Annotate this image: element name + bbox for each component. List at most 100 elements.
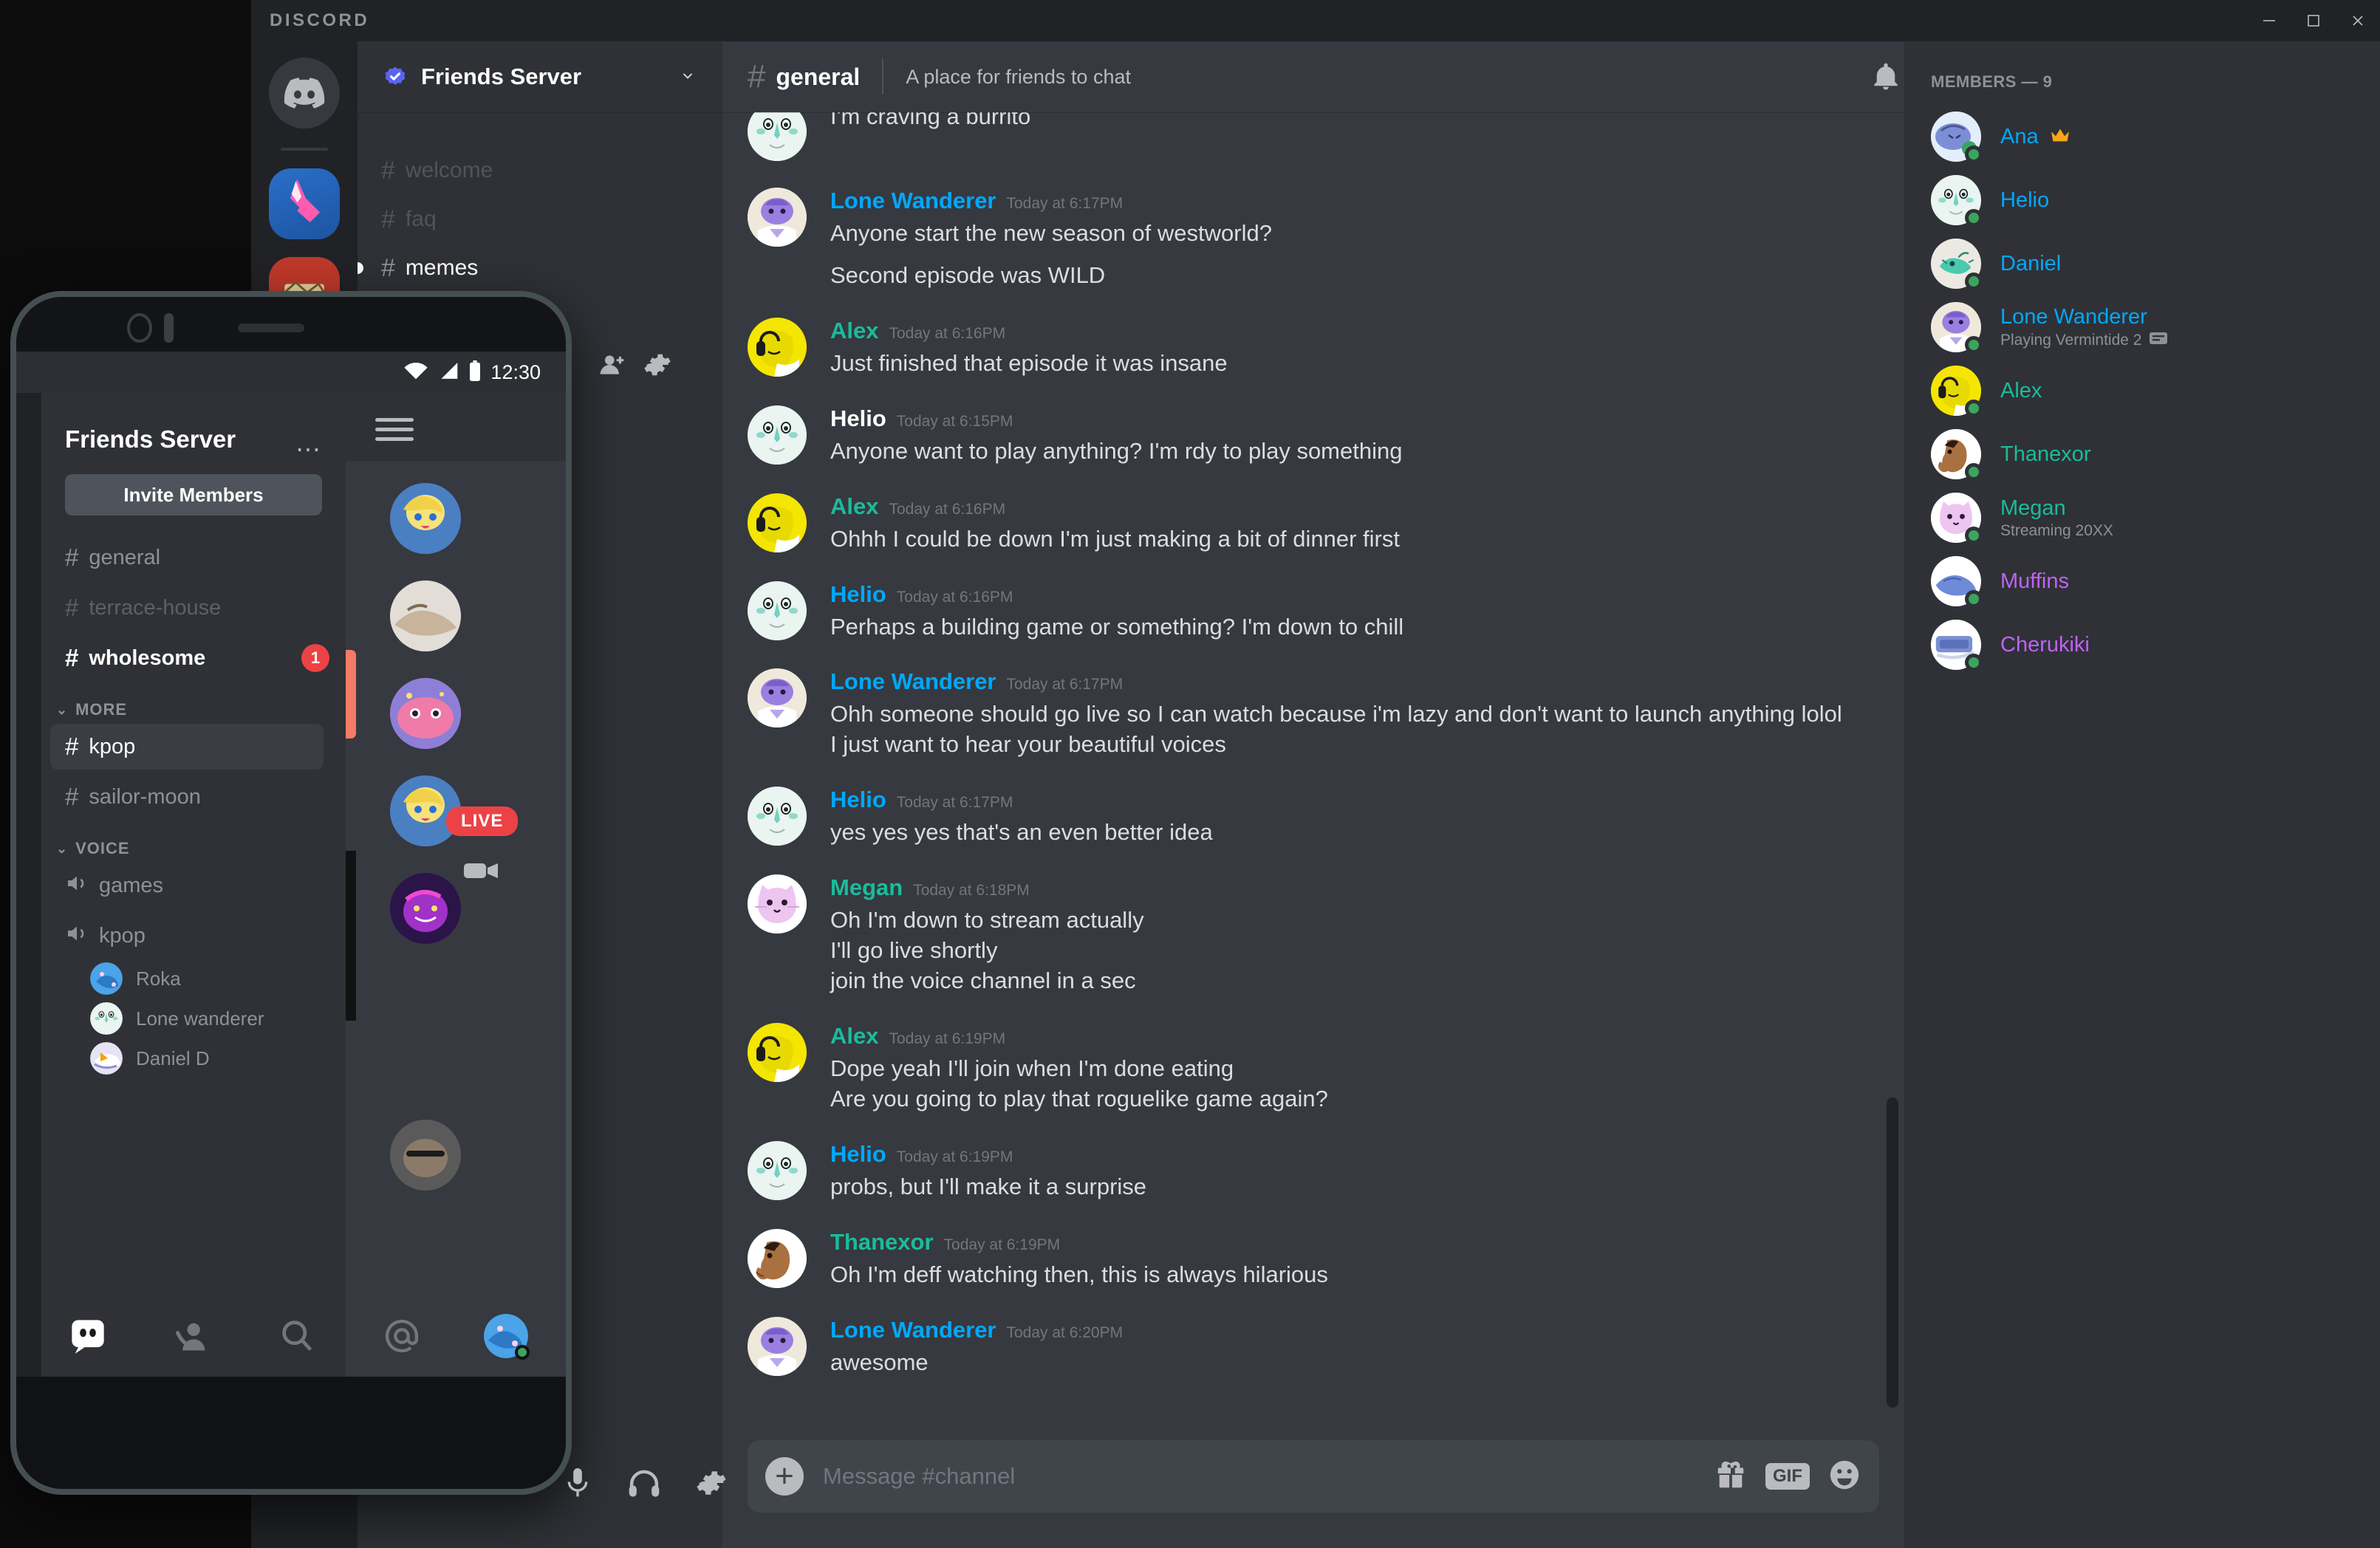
phone-voice-channel-games[interactable]: games	[41, 863, 346, 908]
member-row[interactable]: Helio	[1904, 168, 2380, 232]
add-member-icon[interactable]	[599, 351, 627, 383]
settings-gear-icon[interactable]	[643, 351, 671, 383]
server-home-button[interactable]	[269, 58, 340, 129]
phone-channel-kpop[interactable]: # kpop	[50, 724, 324, 770]
message-author[interactable]: Helio	[830, 1141, 886, 1168]
message-author[interactable]: Helio	[830, 405, 886, 432]
phone-channel-peek[interactable]: LIVE	[346, 393, 566, 1412]
message-author[interactable]: Alex	[830, 318, 878, 344]
channel-welcome[interactable]: # welcome	[358, 146, 722, 195]
message-author[interactable]: Lone Wanderer	[830, 188, 996, 214]
nav-mentions-tab[interactable]	[377, 1311, 427, 1361]
avatar[interactable]	[748, 1022, 807, 1082]
close-icon[interactable]	[2336, 0, 2380, 41]
emoji-icon[interactable]	[1827, 1458, 1861, 1496]
message-text: join the voice channel in a sec	[830, 967, 1136, 993]
avatar[interactable]	[748, 787, 807, 846]
nav-servers-tab[interactable]	[63, 1311, 113, 1361]
member-row[interactable]: Ana	[1904, 105, 2380, 168]
channel-faq[interactable]: # faq	[358, 195, 722, 244]
phone-voice-channel-kpop[interactable]: kpop	[41, 913, 346, 959]
nav-search-tab[interactable]	[272, 1311, 322, 1361]
voice-participant[interactable]: Lone wanderer	[41, 999, 346, 1038]
hamburger-icon[interactable]	[375, 418, 414, 447]
voice-participant[interactable]: Daniel D	[41, 1038, 346, 1078]
maximize-icon[interactable]	[2291, 0, 2336, 41]
message-timestamp: Today at 6:16PM	[889, 500, 1006, 518]
member-row[interactable]: Lone Wanderer Playing Vermintide 2	[1904, 295, 2380, 359]
message-composer[interactable]: + Message #channel GIF	[748, 1440, 1879, 1513]
minimize-icon[interactable]	[2247, 0, 2291, 41]
chat-scrollbar[interactable]	[1887, 1097, 1898, 1408]
phone-channel-general[interactable]: # general	[41, 535, 346, 580]
message-input[interactable]: Message #channel	[823, 1463, 1714, 1490]
message-body: Helio Today at 6:19PM probs, but I'll ma…	[830, 1141, 1879, 1202]
message-timestamp: Today at 6:15PM	[896, 412, 1013, 430]
nav-profile-tab[interactable]	[481, 1311, 531, 1361]
message-author[interactable]: Lone Wanderer	[830, 668, 996, 695]
message-timestamp: Today at 6:18PM	[913, 882, 1030, 900]
invite-members-button[interactable]: Invite Members	[65, 474, 322, 516]
avatar[interactable]	[748, 668, 807, 728]
avatar[interactable]	[748, 1316, 807, 1376]
message-author[interactable]: Lone Wanderer	[830, 1317, 996, 1343]
nav-friends-tab[interactable]	[167, 1311, 217, 1361]
page-title: general	[776, 63, 861, 90]
message-header: Helio Today at 6:16PM	[830, 581, 1879, 608]
plus-icon[interactable]: +	[765, 1457, 804, 1496]
chevron-down-icon[interactable]	[677, 66, 699, 89]
headphones-icon[interactable]	[628, 1467, 660, 1502]
avatar[interactable]	[748, 112, 807, 161]
hash-icon: #	[65, 783, 79, 810]
phone-channel-sailor-moon[interactable]: # sailor-moon	[41, 774, 346, 820]
message-author[interactable]: Alex	[830, 493, 878, 520]
phone-category-voice[interactable]: ⌄ VOICE	[41, 839, 346, 858]
mic-icon[interactable]	[563, 1467, 592, 1503]
phone-category-more[interactable]: ⌄ MORE	[41, 700, 346, 719]
member-row[interactable]: Megan Streaming 20XX	[1904, 486, 2380, 549]
member-row[interactable]: Alex	[1904, 359, 2380, 422]
composer-icons: GIF	[1714, 1458, 1861, 1496]
server-header[interactable]: Friends Server	[358, 41, 722, 112]
avatar[interactable]	[748, 874, 807, 934]
message-author[interactable]: Helio	[830, 787, 886, 813]
message-list[interactable]: I'm craving a burrito Lone Wanderer Toda…	[722, 112, 1904, 1465]
phone-channel-terrace-house[interactable]: # terrace-house	[41, 585, 346, 631]
member-row[interactable]: Daniel	[1904, 232, 2380, 295]
member-row[interactable]: Thanexor	[1904, 422, 2380, 486]
voice-participant[interactable]: Roka	[41, 959, 346, 999]
avatar[interactable]	[748, 188, 807, 247]
message-text: Perhaps a building game or something? I'…	[830, 613, 1404, 640]
phone-overflow-menu[interactable]: …	[295, 427, 324, 458]
channel-label: games	[99, 873, 164, 897]
participant-name: Lone wanderer	[136, 1007, 264, 1030]
member-activity: Streaming 20XX	[2000, 521, 2113, 539]
member-row[interactable]: Muffins	[1904, 549, 2380, 613]
camera-icon[interactable]	[464, 858, 499, 887]
hash-icon: #	[65, 544, 79, 571]
avatar[interactable]	[748, 1140, 807, 1200]
avatar	[90, 962, 123, 995]
message-timestamp: Today at 6:19PM	[889, 1030, 1006, 1047]
gif-button[interactable]: GIF	[1765, 1463, 1810, 1490]
message-author[interactable]: Thanexor	[830, 1229, 934, 1256]
message-author[interactable]: Helio	[830, 581, 886, 608]
avatar[interactable]	[748, 493, 807, 552]
server-icon-bunny[interactable]	[269, 168, 340, 239]
phone-channel-wholesome[interactable]: # wholesome 1	[41, 635, 346, 681]
peek-avatar	[390, 580, 461, 651]
avatar[interactable]	[748, 1228, 807, 1288]
message-author[interactable]: Megan	[830, 874, 903, 901]
avatar[interactable]	[748, 405, 807, 465]
phone-server-rail[interactable]	[16, 393, 41, 1412]
status-online-icon	[1965, 336, 1983, 354]
member-activity: Playing Vermintide 2	[2000, 331, 2168, 350]
gift-icon[interactable]	[1714, 1458, 1748, 1496]
avatar[interactable]	[748, 580, 807, 640]
channel-memes[interactable]: # memes	[358, 244, 722, 292]
member-row[interactable]: Cherukiki	[1904, 613, 2380, 677]
avatar[interactable]	[748, 317, 807, 377]
message-header: Alex Today at 6:16PM	[830, 493, 1879, 520]
message-author[interactable]: Alex	[830, 1023, 878, 1049]
settings-gear-icon[interactable]	[696, 1467, 727, 1502]
